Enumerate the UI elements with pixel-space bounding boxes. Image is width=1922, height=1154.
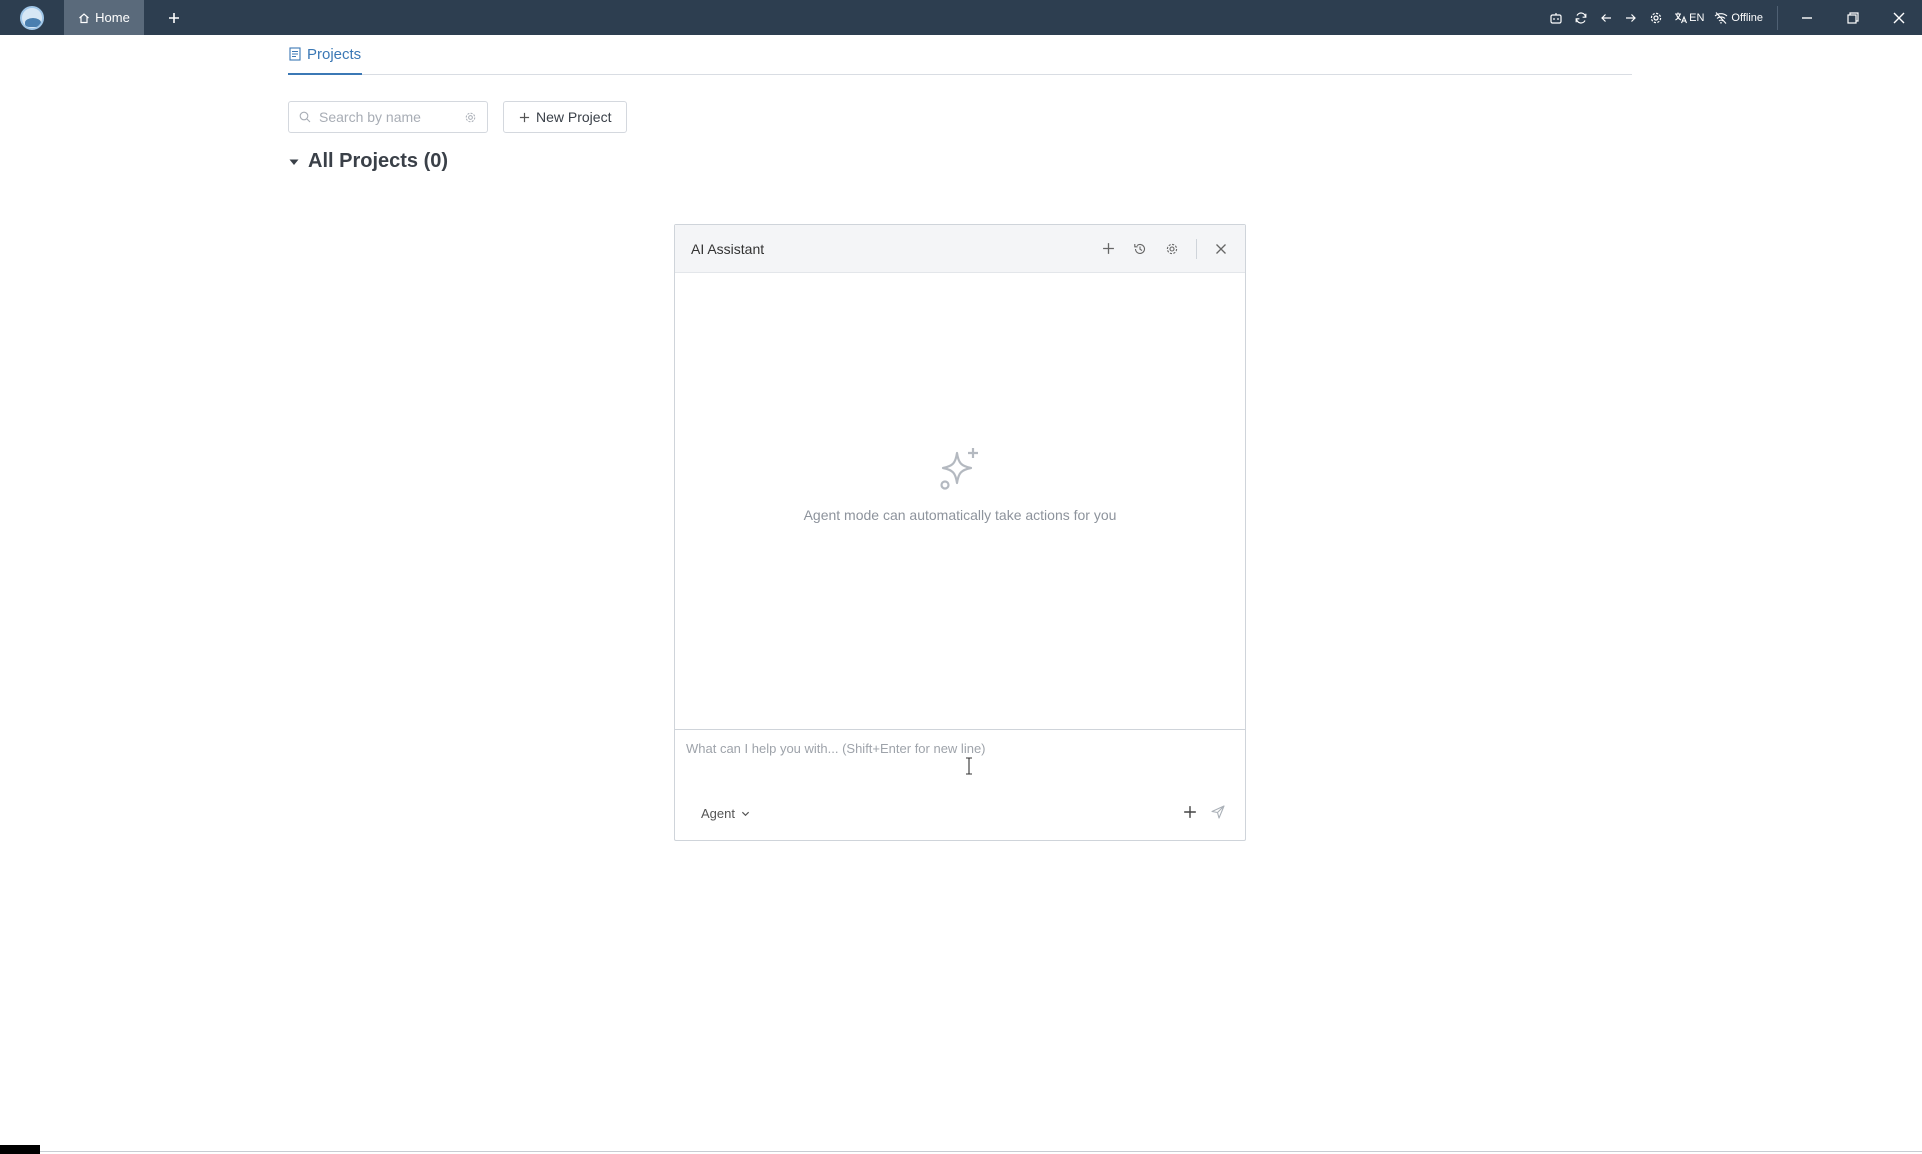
language-label: EN — [1689, 11, 1705, 24]
plus-icon — [1102, 242, 1115, 255]
new-chat-button[interactable] — [1092, 225, 1124, 273]
text-cursor-icon — [965, 757, 973, 775]
close-icon — [1893, 12, 1905, 24]
mode-select[interactable]: Agent — [701, 806, 750, 821]
back-button[interactable] — [1593, 0, 1618, 35]
chat-input[interactable] — [686, 741, 1231, 781]
search-box[interactable] — [288, 101, 488, 133]
title-bar: Home EN Offline — [0, 0, 1922, 35]
close-panel-button[interactable] — [1205, 225, 1237, 273]
close-window-button[interactable] — [1876, 0, 1922, 35]
search-icon — [299, 111, 311, 123]
taskbar-fragment — [0, 1145, 40, 1154]
language-button[interactable]: EN — [1668, 0, 1710, 35]
group-title: All Projects (0) — [308, 150, 449, 172]
arrow-left-icon — [1600, 12, 1612, 24]
translate-icon — [1674, 11, 1688, 24]
gear-icon — [1165, 242, 1179, 256]
attach-button[interactable] — [1178, 800, 1202, 824]
robot-button[interactable] — [1543, 0, 1568, 35]
chevron-down-icon — [741, 809, 750, 818]
sparkles-icon — [935, 445, 985, 495]
projects-tabbar: Projects — [288, 35, 1632, 75]
connection-status[interactable]: Offline — [1710, 0, 1771, 35]
all-projects-group[interactable]: All Projects (0) — [288, 150, 448, 173]
document-icon — [289, 47, 301, 61]
tab-home-label: Home — [95, 10, 130, 25]
titlebar-tools: EN Offline — [1543, 0, 1922, 35]
history-button[interactable] — [1124, 225, 1156, 273]
minimize-button[interactable] — [1784, 0, 1830, 35]
ai-chat-body: Agent mode can automatically take action… — [675, 273, 1245, 730]
ai-assistant-panel: AI Assistant Agent mode can automaticall… — [674, 224, 1246, 841]
connection-status-label: Offline — [1731, 11, 1763, 24]
restore-icon — [1847, 11, 1859, 24]
app-logo[interactable] — [0, 0, 64, 35]
ai-assistant-title: AI Assistant — [691, 240, 765, 257]
refresh-icon — [1574, 11, 1588, 25]
forward-button[interactable] — [1618, 0, 1643, 35]
send-button[interactable] — [1206, 800, 1230, 824]
tab-projects[interactable]: Projects — [288, 35, 363, 75]
arrow-right-icon — [1625, 12, 1637, 24]
gear-icon — [1649, 11, 1663, 25]
restore-button[interactable] — [1830, 0, 1876, 35]
refresh-button[interactable] — [1568, 0, 1593, 35]
new-project-button[interactable]: New Project — [503, 101, 628, 133]
plus-icon — [519, 112, 530, 123]
wifi-off-icon — [1714, 11, 1728, 24]
tab-projects-label: Projects — [307, 45, 362, 63]
new-tab-button[interactable] — [144, 0, 204, 35]
home-icon — [78, 12, 90, 24]
minimize-icon — [1801, 12, 1813, 24]
header-divider — [1196, 238, 1197, 259]
search-input[interactable] — [319, 109, 456, 125]
projects-toolbar: New Project — [288, 101, 628, 133]
status-divider — [0, 1151, 1922, 1152]
plus-icon — [1183, 805, 1197, 819]
history-icon — [1133, 242, 1147, 256]
send-icon — [1211, 805, 1225, 819]
search-settings-icon[interactable] — [464, 111, 477, 124]
new-project-label: New Project — [536, 109, 612, 125]
app-logo-icon — [20, 5, 44, 30]
ai-settings-button[interactable] — [1156, 225, 1188, 273]
titlebar-divider — [1777, 5, 1778, 30]
ai-input-area: Agent — [675, 730, 1245, 840]
tab-home[interactable]: Home — [64, 0, 144, 35]
mode-select-label: Agent — [701, 806, 735, 821]
plus-icon — [168, 12, 180, 24]
robot-icon — [1549, 11, 1563, 25]
close-icon — [1215, 243, 1227, 255]
settings-button[interactable] — [1643, 0, 1668, 35]
ai-empty-message: Agent mode can automatically take action… — [803, 507, 1117, 523]
ai-assistant-header: AI Assistant — [675, 225, 1245, 273]
caret-down-icon — [288, 156, 300, 168]
